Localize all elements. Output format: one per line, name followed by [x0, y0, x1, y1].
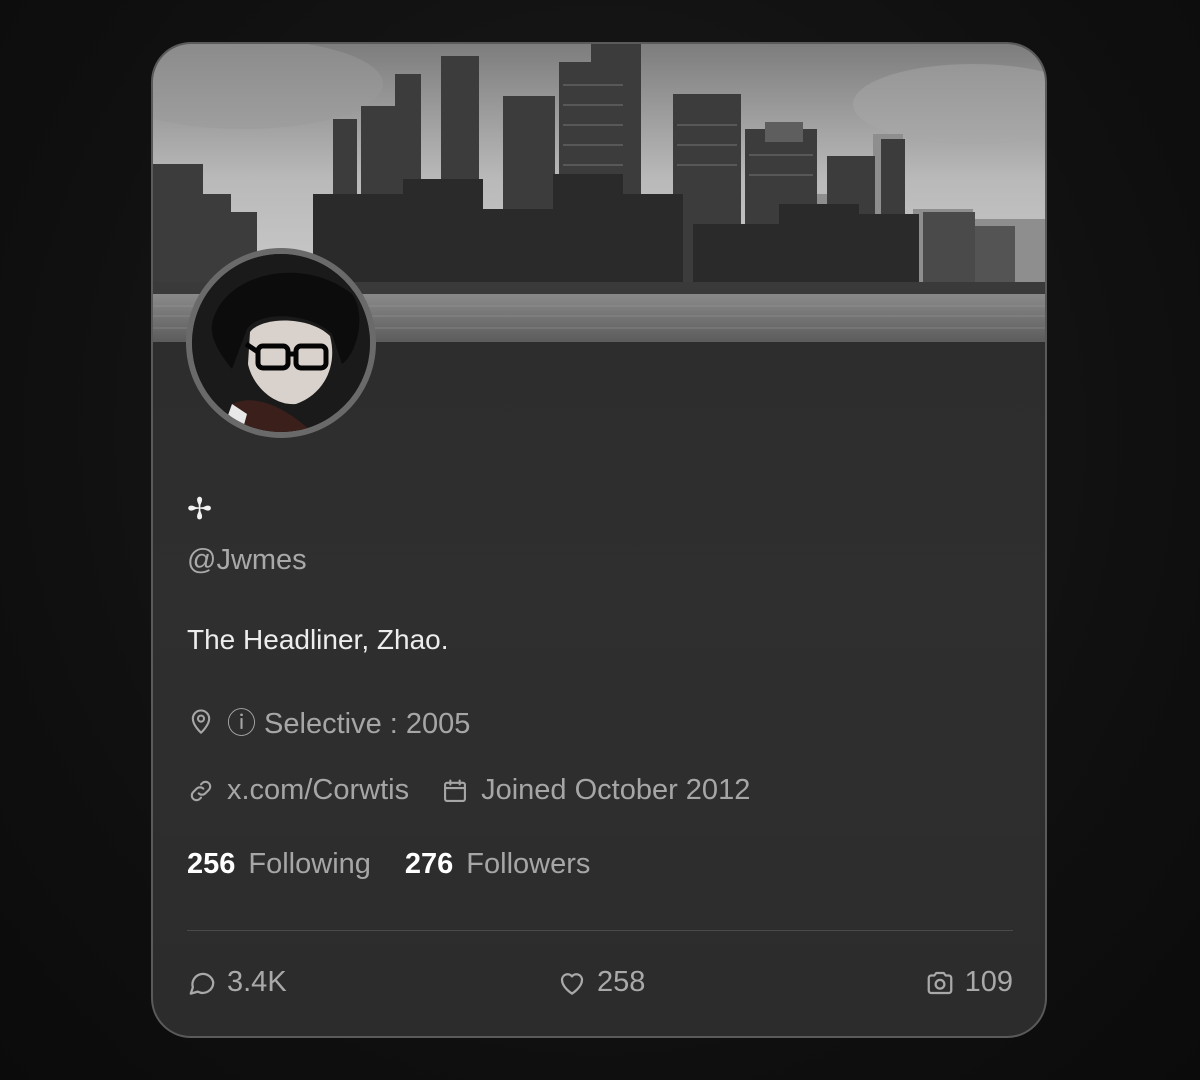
location-text: ⓘ Selective : 2005 [227, 708, 471, 740]
display-name: ✢ [187, 492, 213, 527]
reply-button[interactable]: 3.4K [187, 966, 287, 999]
like-count: 258 [597, 966, 646, 998]
location-item: ⓘ Selective : 2005 [187, 700, 470, 742]
location-row: ⓘ Selective : 2005 [187, 700, 470, 742]
avatar[interactable] [186, 248, 376, 438]
action-bar: 3.4K 258 109 [187, 966, 1013, 1006]
like-button[interactable]: 258 [557, 966, 645, 999]
photo-count: 109 [964, 966, 1013, 998]
website-link-text[interactable]: x.com/Corwtis [227, 774, 409, 807]
following-count[interactable]: 256 [187, 848, 235, 881]
portrait-illustration [192, 254, 370, 432]
photo-button[interactable]: 109 [925, 966, 1013, 999]
bio-text: The Headliner, Zhao. [187, 624, 449, 655]
profile-card: ✢ @Jwmes The Headliner, Zhao. ⓘ Selectiv… [151, 42, 1047, 1038]
username-handle: @Jwmes [187, 544, 307, 576]
divider [187, 930, 1013, 931]
joined-date-text: Joined October 2012 [481, 774, 751, 806]
website-link[interactable]: x.com/Corwtis [187, 774, 409, 807]
map-pin-icon [187, 707, 215, 735]
calendar-icon [441, 777, 469, 805]
avatar-photo [192, 254, 370, 432]
following-label[interactable]: Following [248, 848, 371, 881]
followers-label[interactable]: Followers [466, 848, 590, 881]
camera-icon [925, 968, 955, 998]
heart-icon [557, 968, 587, 998]
follow-stats: 256 Following 276 Followers [187, 848, 624, 881]
reply-count: 3.4K [227, 966, 287, 998]
followers-count[interactable]: 276 [405, 848, 453, 881]
joined-date: Joined October 2012 [441, 774, 750, 807]
link-joined-row: x.com/Corwtis Joined October 2012 [187, 774, 750, 807]
speech-bubble-icon [187, 968, 217, 998]
link-icon [187, 777, 215, 805]
